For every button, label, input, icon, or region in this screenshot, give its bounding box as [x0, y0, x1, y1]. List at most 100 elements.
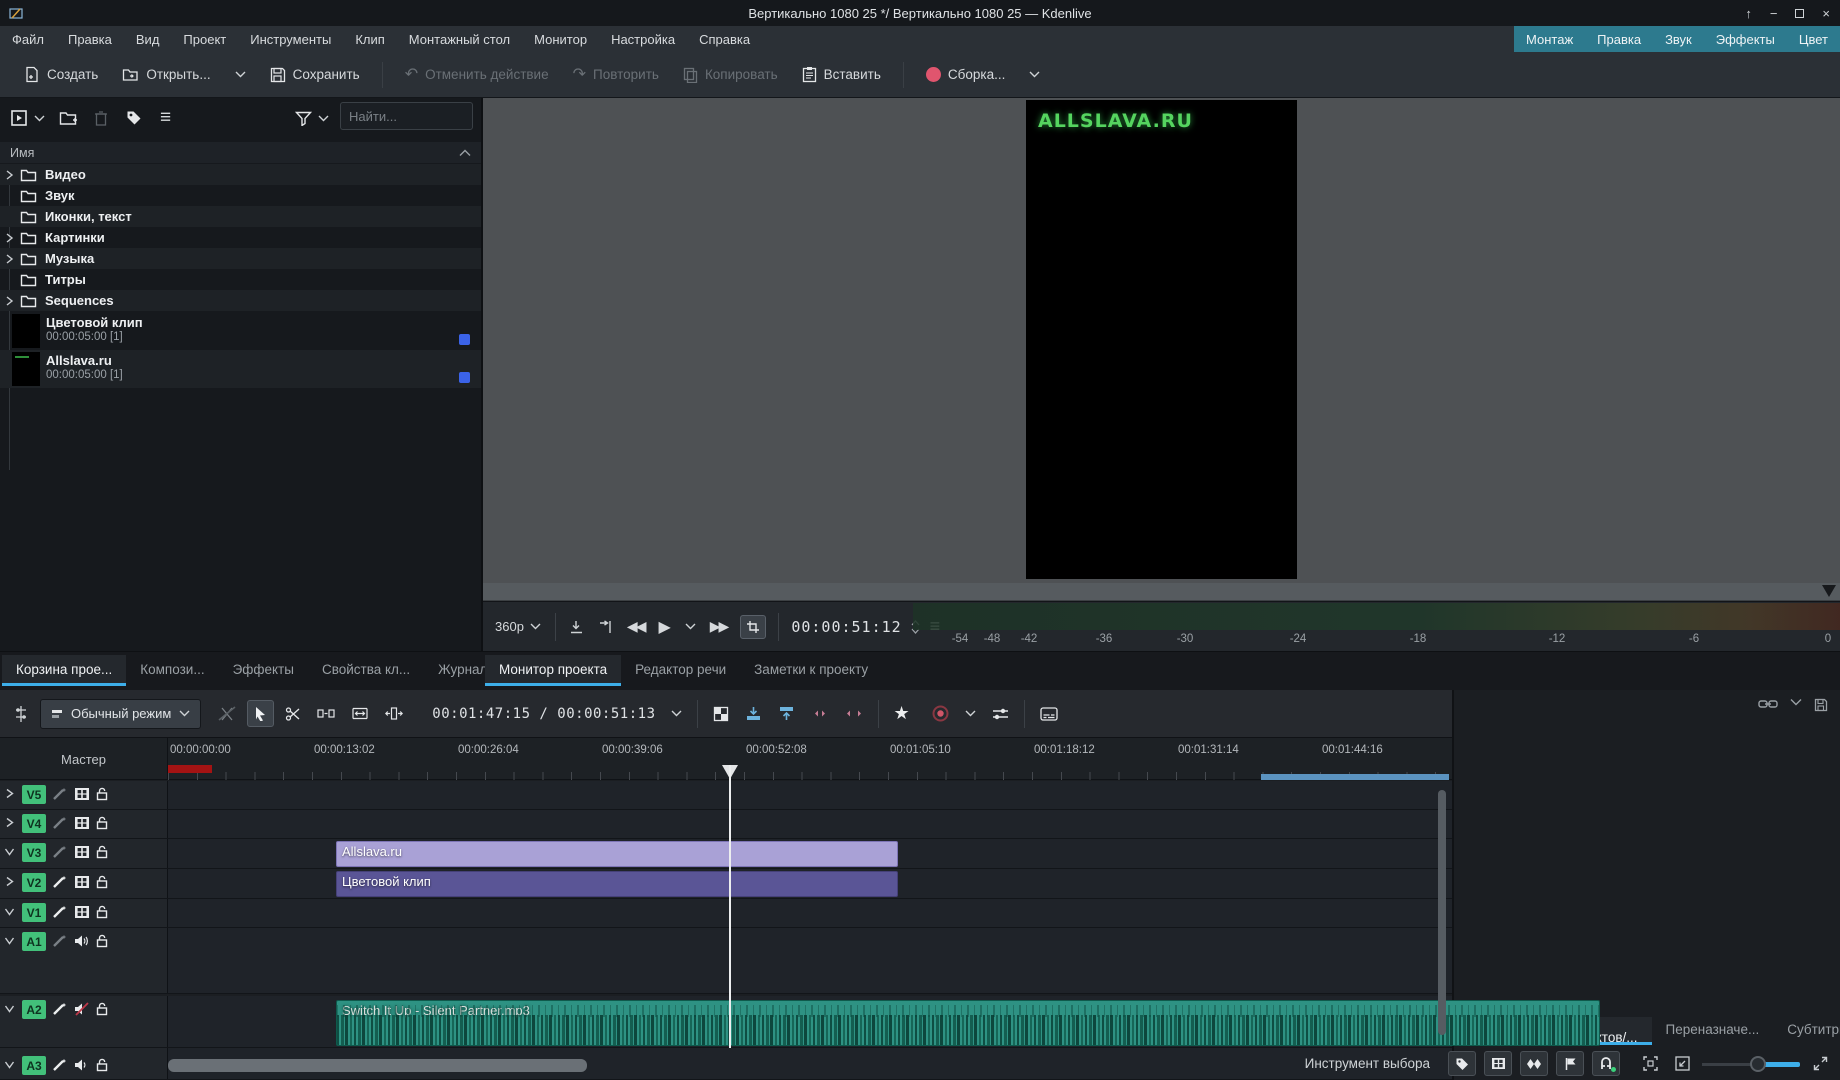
play-button[interactable]: ▶ [651, 617, 677, 637]
insert-zone-button[interactable] [740, 706, 767, 721]
timecode-dropdown[interactable] [666, 710, 687, 717]
open-recent-dropdown[interactable] [225, 65, 256, 84]
workspace-audio[interactable]: Звук [1653, 26, 1704, 52]
menu-edit[interactable]: Правка [56, 26, 124, 52]
track-a2-header[interactable]: A2 [0, 996, 168, 1047]
chevron-down-icon[interactable] [4, 1003, 15, 1014]
record-button[interactable] [927, 705, 954, 722]
track-badge[interactable]: A2 [22, 1000, 46, 1019]
track-v2-header[interactable]: V2 [0, 869, 168, 898]
menu-timeline[interactable]: Монтажный стол [397, 26, 522, 52]
show-thumbnails-toggle[interactable] [1484, 1051, 1512, 1076]
speaker-muted-icon[interactable] [74, 1002, 90, 1016]
chevron-down-icon[interactable] [1790, 698, 1802, 706]
rewind-button[interactable]: ◀◀ [620, 618, 652, 635]
speaker-icon[interactable] [74, 1058, 90, 1072]
show-tags-toggle[interactable] [1448, 1051, 1476, 1076]
preview-resolution-dropdown[interactable]: 360p [483, 619, 549, 634]
chevron-down-icon[interactable] [4, 906, 15, 917]
track-badge[interactable]: V2 [22, 873, 46, 892]
effects-wand-icon[interactable] [52, 1002, 68, 1016]
zone-in-button[interactable] [562, 620, 591, 634]
track-badge[interactable]: V4 [22, 814, 46, 833]
chevron-down-icon[interactable] [4, 1059, 15, 1070]
undo-button[interactable]: ↶ Отменить действие [395, 61, 559, 89]
overwrite-zone-button[interactable] [840, 707, 868, 720]
maximize-button[interactable] [1795, 9, 1804, 18]
play-options-dropdown[interactable] [678, 623, 703, 630]
monitor-seek-bar[interactable] [483, 583, 1840, 601]
track-v1-header[interactable]: V1 [0, 899, 168, 927]
tab-project-notes[interactable]: Заметки к проекту [740, 655, 882, 686]
menu-help[interactable]: Справка [687, 26, 762, 52]
show-thumbnails-icon[interactable] [74, 875, 90, 889]
zone-mode-toggle[interactable] [740, 615, 766, 639]
effects-wand-icon[interactable] [52, 1058, 68, 1072]
track-v3-header[interactable]: V3 [0, 839, 168, 868]
track-a3-header[interactable]: A3 [0, 1048, 168, 1079]
expander-right-icon[interactable] [4, 254, 14, 264]
track-v2-lane[interactable]: Цветовой клип [168, 869, 1452, 898]
render-button[interactable]: Сборка... [916, 61, 1015, 88]
track-badge[interactable]: V3 [22, 843, 46, 862]
master-track-button[interactable]: Мастер [0, 738, 168, 780]
chevron-right-icon[interactable] [4, 788, 15, 799]
search-input[interactable] [340, 102, 473, 130]
save-effect-icon[interactable] [1814, 698, 1828, 712]
bin-folder-video[interactable]: Видео [0, 164, 481, 185]
link-icon[interactable] [1758, 698, 1778, 710]
timeline-timecode[interactable]: 00:01:47:15 / 00:00:51:13 [428, 706, 659, 722]
bin-clip-color[interactable]: Цветовой клип 00:00:05:00 [1] [0, 312, 481, 350]
selection-tool-button[interactable] [247, 700, 274, 727]
expander-right-icon[interactable] [4, 296, 14, 306]
workspace-effects[interactable]: Эффекты [1704, 26, 1787, 52]
extract-zone-button[interactable] [773, 706, 800, 721]
chevron-down-icon[interactable] [4, 935, 15, 946]
tab-project-monitor[interactable]: Монитор проекта [485, 655, 621, 686]
slip-tool-button[interactable] [346, 707, 374, 720]
record-dropdown[interactable] [960, 710, 981, 717]
close-button[interactable]: × [1822, 6, 1830, 21]
bin-name-column-header[interactable]: Имя [0, 142, 481, 163]
mixer-button[interactable] [987, 707, 1014, 721]
menu-monitor[interactable]: Монитор [522, 26, 599, 52]
tab-compositions[interactable]: Компози... [126, 655, 218, 686]
expander-right-icon[interactable] [4, 233, 14, 243]
edit-mode-dropdown[interactable]: Обычный режим [40, 699, 201, 729]
snap-toggle[interactable] [1592, 1051, 1620, 1076]
menu-settings[interactable]: Настройка [599, 26, 687, 52]
redo-button[interactable]: ↷ Повторить [563, 61, 669, 89]
track-v4-lane[interactable] [168, 810, 1452, 838]
timeline-horizontal-scrollbar[interactable] [168, 1059, 587, 1072]
timeline-clip-audio[interactable]: Switch It Up - Silent Partner.mp3 [336, 1000, 1600, 1046]
bin-folder-music[interactable]: Музыка [0, 248, 481, 269]
playhead-line[interactable] [729, 765, 731, 1048]
lock-icon[interactable] [96, 1058, 109, 1072]
lock-icon[interactable] [96, 934, 109, 948]
new-button[interactable]: Создать [14, 60, 108, 89]
subtitles-button[interactable] [1035, 707, 1063, 721]
favorite-effects-button[interactable]: ★ [889, 703, 915, 724]
tab-speed-remap[interactable]: Переназначе... [1652, 1017, 1774, 1045]
fit-zoom-button[interactable] [1638, 1052, 1662, 1076]
effects-wand-icon[interactable] [52, 905, 68, 919]
timeline-zoom-slider[interactable] [1702, 1052, 1800, 1076]
track-options-button[interactable] [8, 705, 34, 723]
bin-folder-sequences[interactable]: Sequences [0, 290, 481, 311]
timeline-clip-allslava[interactable]: Allslava.ru [336, 841, 898, 867]
chevron-right-icon[interactable] [4, 876, 15, 887]
tab-project-bin[interactable]: Корзина прое... [2, 655, 126, 686]
chevron-down-icon[interactable] [4, 846, 15, 857]
timeline-zone-marker[interactable] [168, 765, 212, 773]
lift-zone-button[interactable] [806, 707, 834, 720]
razor-tool-button[interactable] [280, 706, 306, 722]
monitor-video-frame[interactable]: ALLSLAVA.RU [1026, 100, 1297, 579]
show-thumbnails-icon[interactable] [74, 905, 90, 919]
track-badge[interactable]: A1 [22, 932, 46, 951]
chevron-up-icon[interactable] [459, 149, 471, 157]
delete-button[interactable] [94, 110, 108, 126]
bin-clip-allslava[interactable]: Allslava.ru 00:00:05:00 [1] [0, 350, 481, 388]
track-badge[interactable]: A3 [22, 1056, 46, 1075]
effects-wand-icon[interactable] [52, 875, 68, 889]
workspace-editing[interactable]: Монтаж [1514, 26, 1585, 52]
